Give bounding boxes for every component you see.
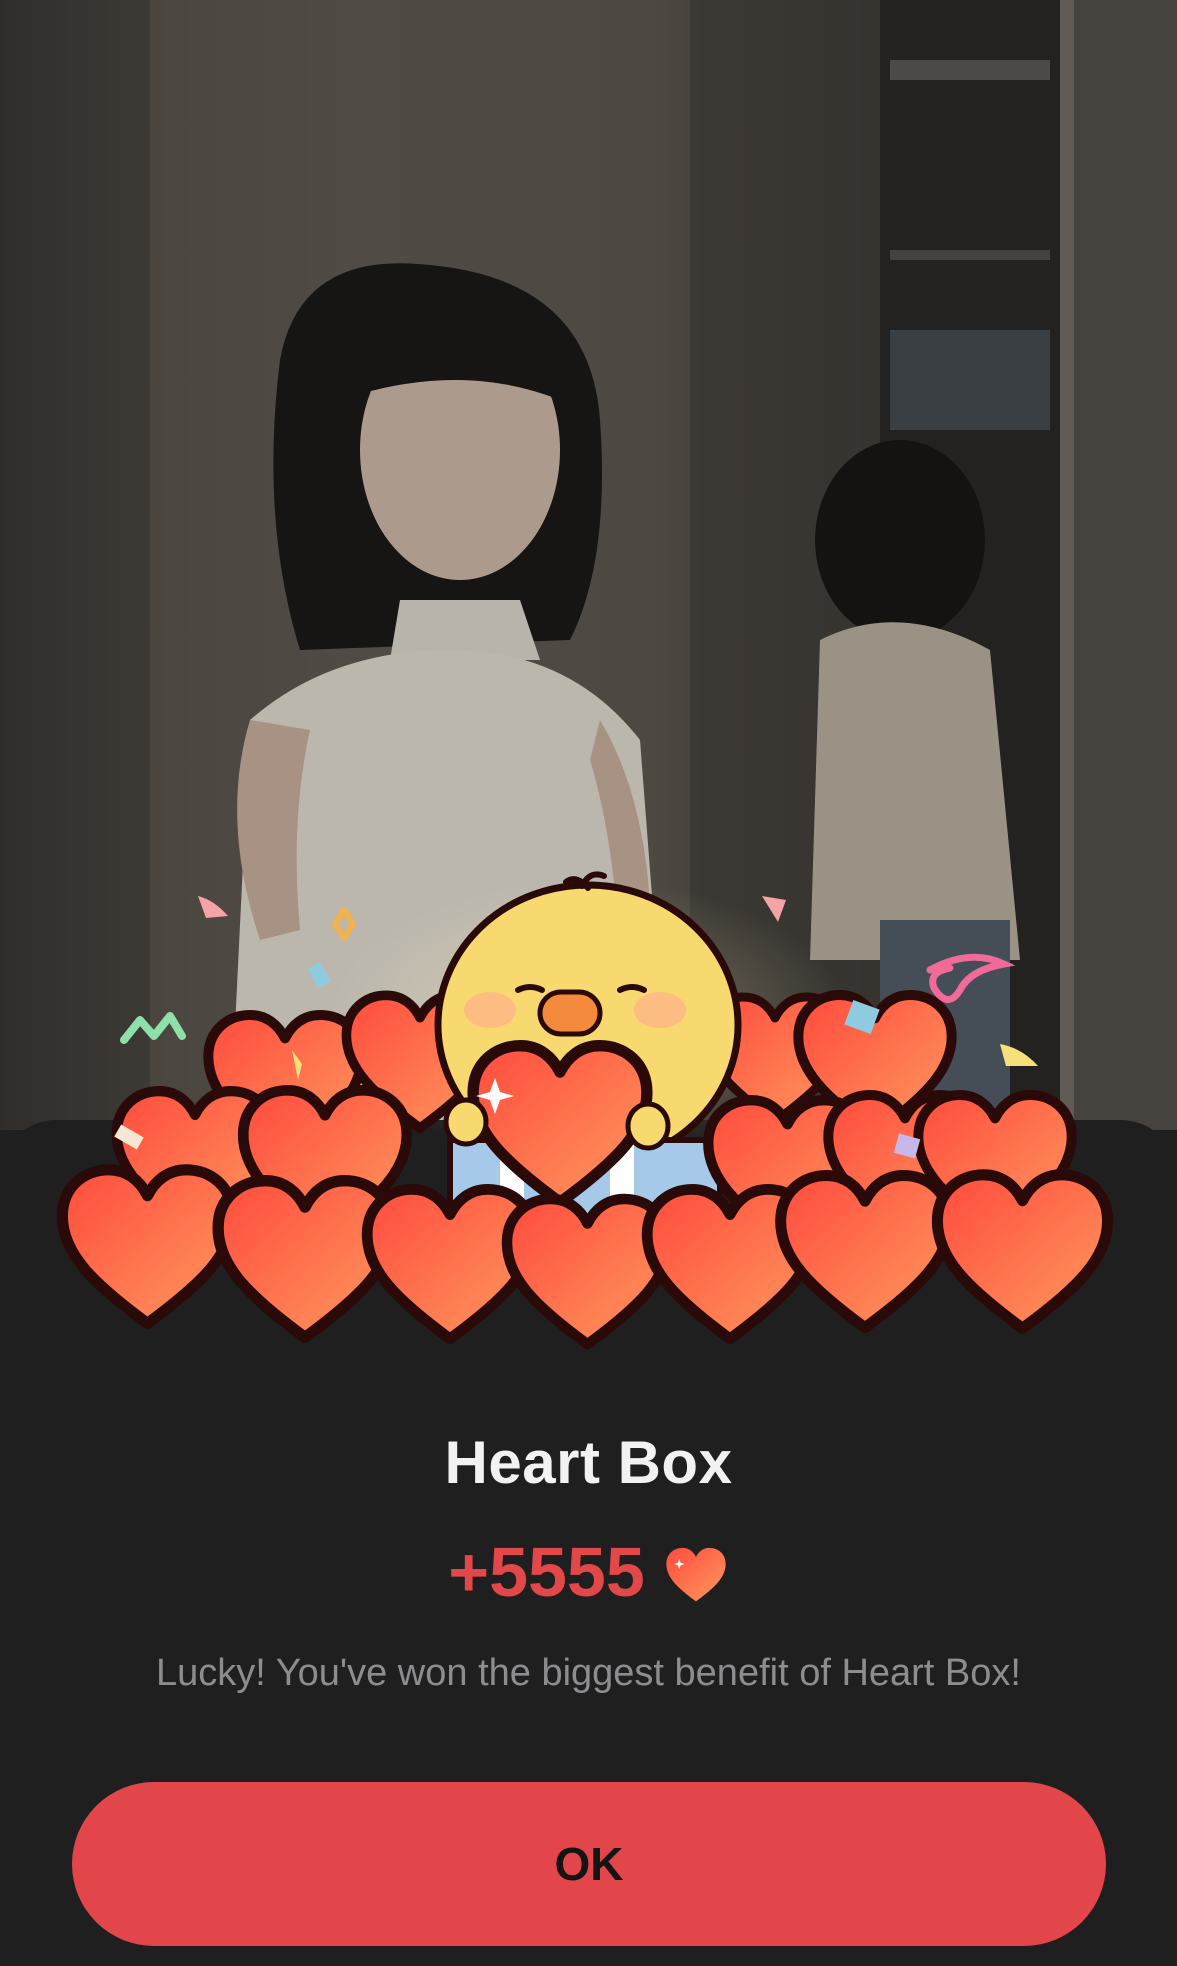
popup-title: Heart Box xyxy=(444,1429,733,1496)
ok-button[interactable]: OK xyxy=(72,1782,1106,1946)
heart-icon xyxy=(666,1547,726,1602)
reward-amount: +5555 xyxy=(448,1533,645,1611)
reward-message: Lucky! You've won the biggest benefit of… xyxy=(156,1652,1021,1694)
heart-box-illustration xyxy=(0,871,1177,1380)
reward-row: +5555 xyxy=(0,1532,1177,1612)
